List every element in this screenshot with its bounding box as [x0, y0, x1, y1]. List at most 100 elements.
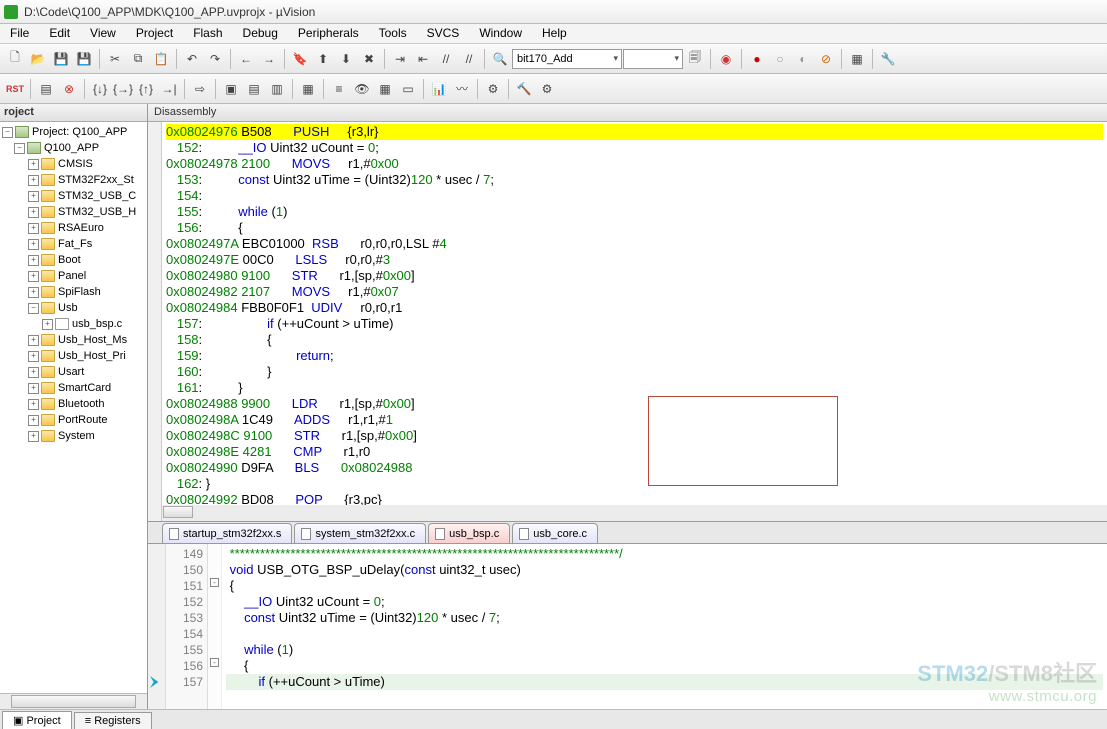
menu-file[interactable]: File: [0, 24, 39, 43]
source-editor[interactable]: 149150151152153154155156157 -- *********…: [148, 544, 1107, 709]
symbols-window-icon[interactable]: ▥: [266, 78, 288, 100]
tree-group[interactable]: +CMSIS: [0, 156, 147, 172]
step-over-icon[interactable]: {→}: [112, 78, 134, 100]
tab-usb-core[interactable]: usb_core.c: [512, 523, 598, 543]
command-window-icon[interactable]: ▣: [220, 78, 242, 100]
tree-group-usb[interactable]: −Usb: [0, 300, 147, 316]
uncomment-icon[interactable]: //: [458, 48, 480, 70]
tree-root[interactable]: −Project: Q100_APP: [0, 124, 147, 140]
menu-tools[interactable]: Tools: [369, 24, 417, 43]
run-to-cursor-icon[interactable]: →|: [158, 78, 180, 100]
bookmark-next-icon[interactable]: ⬇: [335, 48, 357, 70]
configure-icon[interactable]: 🔧: [877, 48, 899, 70]
cut-icon[interactable]: ✂: [104, 48, 126, 70]
menu-peripherals[interactable]: Peripherals: [288, 24, 369, 43]
serial-window-icon[interactable]: ▭: [397, 78, 419, 100]
disassembly-view[interactable]: 0x08024976 B508 PUSH {r3,lr} 152: __IO U…: [148, 122, 1107, 522]
disasm-hscroll[interactable]: [162, 505, 1107, 521]
tree-target[interactable]: −Q100_APP: [0, 140, 147, 156]
indent-icon[interactable]: ⇥: [389, 48, 411, 70]
outdent-icon[interactable]: ⇤: [412, 48, 434, 70]
menubar: File Edit View Project Flash Debug Perip…: [0, 24, 1107, 44]
disassembly-window-icon[interactable]: ▤: [243, 78, 265, 100]
tree-group[interactable]: +Usart: [0, 364, 147, 380]
project-tree[interactable]: −Project: Q100_APP −Q100_APP +CMSIS +STM…: [0, 122, 147, 693]
nav-fwd-icon[interactable]: →: [258, 48, 280, 70]
nav-back-icon[interactable]: ←: [235, 48, 257, 70]
step-into-icon[interactable]: {↓}: [89, 78, 111, 100]
tree-group[interactable]: +STM32_USB_H: [0, 204, 147, 220]
undo-icon[interactable]: ↶: [181, 48, 203, 70]
tree-group[interactable]: +Panel: [0, 268, 147, 284]
tab-system[interactable]: system_stm32f2xx.c: [294, 523, 426, 543]
menu-help[interactable]: Help: [532, 24, 577, 43]
trace-window-icon[interactable]: 〰: [451, 78, 473, 100]
tree-group[interactable]: +Bluetooth: [0, 396, 147, 412]
debug-settings-icon[interactable]: ⚙: [536, 78, 558, 100]
bottom-tab-registers[interactable]: ≡ Registers: [74, 712, 152, 729]
tree-group[interactable]: +PortRoute: [0, 412, 147, 428]
run-icon[interactable]: ▤: [35, 78, 57, 100]
breakpoint-enable-icon[interactable]: ○: [769, 48, 791, 70]
find-icon[interactable]: 🔍: [489, 48, 511, 70]
breakpoint-insert-icon[interactable]: ●: [746, 48, 768, 70]
system-viewer-icon[interactable]: ⚙: [482, 78, 504, 100]
memory-window-icon[interactable]: ▦: [374, 78, 396, 100]
src-margin: [148, 544, 166, 709]
breakpoint-kill-icon[interactable]: ⊘: [815, 48, 837, 70]
bottom-tab-project[interactable]: ▣ Project: [2, 711, 72, 729]
menu-view[interactable]: View: [80, 24, 126, 43]
menu-svcs[interactable]: SVCS: [417, 24, 470, 43]
tree-group[interactable]: +STM32F2xx_St: [0, 172, 147, 188]
fold-margin: --: [208, 544, 222, 709]
menu-flash[interactable]: Flash: [183, 24, 232, 43]
project-hscroll[interactable]: [0, 693, 147, 709]
bookmark-icon[interactable]: 🔖: [289, 48, 311, 70]
new-file-icon[interactable]: 🗋: [4, 48, 26, 70]
comment-icon[interactable]: //: [435, 48, 457, 70]
bookmark-prev-icon[interactable]: ⬆: [312, 48, 334, 70]
tree-group[interactable]: +Fat_Fs: [0, 236, 147, 252]
step-out-icon[interactable]: {↑}: [135, 78, 157, 100]
registers-window-icon[interactable]: ▦: [297, 78, 319, 100]
debug-start-icon[interactable]: ◉: [715, 48, 737, 70]
tab-startup[interactable]: startup_stm32f2xx.s: [162, 523, 292, 543]
show-next-icon[interactable]: ⇨: [189, 78, 211, 100]
menu-debug[interactable]: Debug: [233, 24, 288, 43]
editor-tabstrip: startup_stm32f2xx.s system_stm32f2xx.c u…: [148, 522, 1107, 544]
find-in-files-icon[interactable]: 🗐: [684, 48, 706, 70]
tree-group[interactable]: +SmartCard: [0, 380, 147, 396]
toolbox-icon[interactable]: 🔨: [513, 78, 535, 100]
menu-edit[interactable]: Edit: [39, 24, 80, 43]
breakpoint-disable-icon[interactable]: ◐: [792, 48, 814, 70]
copy-icon[interactable]: ⧉: [127, 48, 149, 70]
find-combo[interactable]: bit170_Add: [512, 49, 622, 69]
stop-icon[interactable]: ⊗: [58, 78, 80, 100]
call-stack-icon[interactable]: ≡: [328, 78, 350, 100]
tree-group[interactable]: +SpiFlash: [0, 284, 147, 300]
tree-group[interactable]: +Boot: [0, 252, 147, 268]
watch-window-icon[interactable]: 👁: [351, 78, 373, 100]
save-icon[interactable]: 💾: [50, 48, 72, 70]
app-icon: [4, 5, 18, 19]
reset-icon[interactable]: RST: [4, 78, 26, 100]
analysis-window-icon[interactable]: 📊: [428, 78, 450, 100]
menu-project[interactable]: Project: [126, 24, 183, 43]
tree-group[interactable]: +Usb_Host_Pri: [0, 348, 147, 364]
line-numbers: 149150151152153154155156157: [166, 544, 208, 709]
tree-group[interactable]: +STM32_USB_C: [0, 188, 147, 204]
tree-group[interactable]: +System: [0, 428, 147, 444]
tree-file-usb-bsp[interactable]: +usb_bsp.c: [0, 316, 147, 332]
file-icon: [169, 528, 179, 540]
tab-usb-bsp[interactable]: usb_bsp.c: [428, 523, 510, 543]
menu-window[interactable]: Window: [469, 24, 532, 43]
open-icon[interactable]: 📂: [27, 48, 49, 70]
paste-icon[interactable]: 📋: [150, 48, 172, 70]
find-combo2[interactable]: [623, 49, 683, 69]
bookmark-clear-icon[interactable]: ✖: [358, 48, 380, 70]
save-all-icon[interactable]: 💾: [73, 48, 95, 70]
redo-icon[interactable]: ↷: [204, 48, 226, 70]
window-layout-icon[interactable]: ▦: [846, 48, 868, 70]
tree-group[interactable]: +Usb_Host_Ms: [0, 332, 147, 348]
tree-group[interactable]: +RSAEuro: [0, 220, 147, 236]
